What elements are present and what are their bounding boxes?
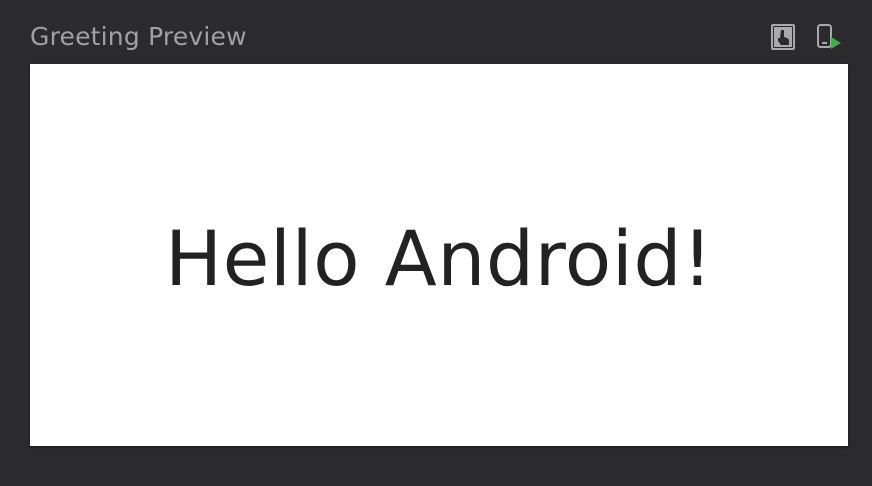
preview-title: Greeting Preview — [30, 22, 247, 51]
preview-surface: Hello Android! — [30, 64, 848, 446]
preview-panel: Greeting Preview Hello Android! — [0, 0, 872, 486]
greeting-text: Hello Android! — [164, 213, 714, 303]
deploy-to-device-icon — [816, 23, 842, 51]
preview-header: Greeting Preview — [0, 0, 872, 64]
deploy-preview-button[interactable] — [816, 23, 842, 51]
interactive-mode-icon — [770, 23, 796, 51]
interactive-mode-button[interactable] — [770, 23, 796, 51]
preview-toolbar — [770, 22, 842, 52]
